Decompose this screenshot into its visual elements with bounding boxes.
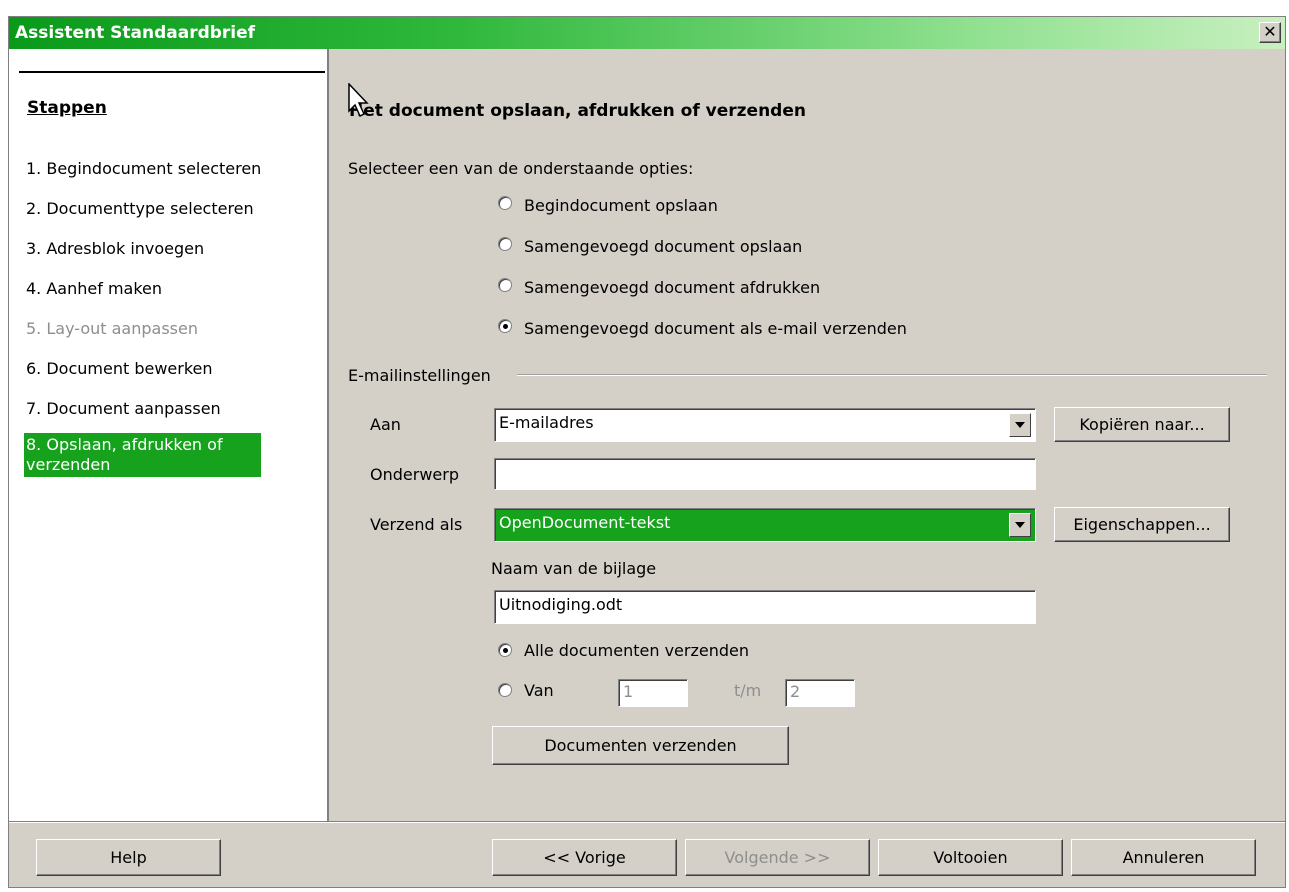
properties-button[interactable]: Eigenschappen... [1054, 507, 1230, 542]
chevron-down-icon[interactable] [1009, 413, 1031, 437]
from-number-input: 1 [618, 679, 688, 707]
steps-heading: Stappen [27, 98, 107, 118]
to-select[interactable]: E-mailadres [494, 408, 1036, 442]
step-6[interactable]: 6. Document bewerken [26, 359, 213, 378]
send-as-select-value: OpenDocument-tekst [499, 513, 671, 532]
radio-from-range[interactable] [498, 683, 512, 697]
sidebar-divider [19, 71, 325, 73]
dialog-window: Assistent Standaardbrief ✕ Stappen 1. Be… [8, 16, 1286, 888]
send-documents-button[interactable]: Documenten verzenden [492, 726, 789, 765]
radio-save-merged[interactable] [498, 237, 512, 251]
steps-sidebar: Stappen 1. Begindocument selecteren 2. D… [9, 49, 329, 821]
send-as-label: Verzend als [370, 515, 463, 534]
chevron-down-icon[interactable] [1009, 513, 1031, 537]
finish-button[interactable]: Voltooien [878, 839, 1063, 876]
mouse-pointer-icon [348, 83, 369, 118]
to-select-value: E-mailadres [499, 413, 594, 432]
radio-save-start-doc[interactable] [498, 196, 512, 210]
step-7[interactable]: 7. Document aanpassen [26, 399, 221, 418]
from-label[interactable]: Van [524, 681, 554, 700]
option-label[interactable]: Samengevoegd document opslaan [524, 237, 802, 256]
radio-send-email[interactable] [498, 319, 512, 333]
page-title: Het document opslaan, afdrukken of verze… [349, 101, 806, 121]
main-panel: Het document opslaan, afdrukken of verze… [329, 49, 1287, 821]
send-as-select[interactable]: OpenDocument-tekst [494, 508, 1036, 542]
footer-separator [9, 821, 1285, 822]
option-label[interactable]: Begindocument opslaan [524, 196, 718, 215]
radio-send-all[interactable] [498, 643, 512, 657]
group-separator [517, 374, 1267, 375]
step-8[interactable]: 8. Opslaan, afdrukken of verzenden [24, 433, 261, 477]
step-2[interactable]: 2. Documenttype selecteren [26, 199, 254, 218]
title-bar[interactable]: Assistent Standaardbrief ✕ [9, 17, 1285, 49]
option-label[interactable]: Samengevoegd document afdrukken [524, 278, 820, 297]
window-title: Assistent Standaardbrief [15, 23, 256, 43]
option-label[interactable]: Samengevoegd document als e-mail verzend… [524, 319, 907, 338]
step-5: 5. Lay-out aanpassen [26, 319, 198, 338]
options-prompt: Selecteer een van de onderstaande opties… [348, 159, 694, 178]
subject-input[interactable] [494, 458, 1036, 490]
step-3[interactable]: 3. Adresblok invoegen [26, 239, 204, 258]
step-4[interactable]: 4. Aanhef maken [26, 279, 162, 298]
cancel-button[interactable]: Annuleren [1071, 839, 1256, 876]
radio-print-merged[interactable] [498, 278, 512, 292]
to-range-label: t/m [734, 681, 762, 700]
copy-to-button[interactable]: Kopiëren naar... [1054, 407, 1230, 442]
attachment-label: Naam van de bijlage [491, 559, 657, 578]
to-number-input: 2 [785, 679, 855, 707]
close-icon: ✕ [1263, 22, 1277, 41]
help-button[interactable]: Help [36, 839, 221, 876]
subject-label: Onderwerp [370, 465, 459, 484]
step-1[interactable]: 1. Begindocument selecteren [26, 159, 261, 178]
next-button: Volgende >> [685, 839, 870, 876]
to-label: Aan [370, 415, 401, 434]
back-button[interactable]: << Vorige [492, 839, 677, 876]
close-button[interactable]: ✕ [1259, 22, 1281, 43]
send-all-label[interactable]: Alle documenten verzenden [524, 641, 749, 660]
email-group-label: E-mailinstellingen [348, 366, 491, 385]
attachment-name-input[interactable]: Uitnodiging.odt [494, 590, 1036, 624]
